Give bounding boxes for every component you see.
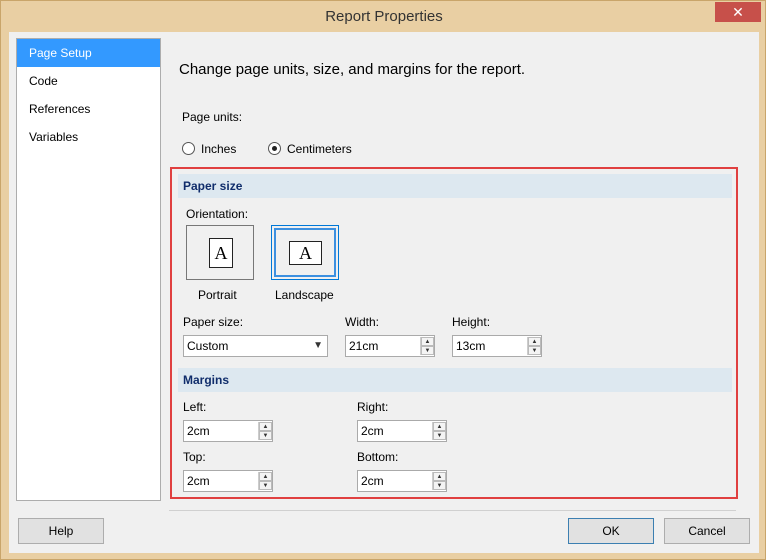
inches-radio[interactable] (182, 142, 195, 155)
sidebar: Page Setup Code References Variables (16, 38, 161, 501)
paper-size-label: Paper size: (183, 315, 244, 329)
height-spin-buttons: ▲ ▼ (527, 337, 541, 355)
margins-section-header: Margins (178, 368, 732, 392)
paper-size-section-header: Paper size (178, 174, 732, 198)
paper-size-value: Custom (187, 339, 229, 353)
right-margin-value: 2cm (361, 424, 384, 438)
close-icon: ✕ (732, 4, 744, 20)
bottom-spin-buttons: ▲ ▼ (432, 472, 446, 490)
spin-up-icon[interactable]: ▲ (433, 422, 446, 431)
left-margin-label: Left: (183, 400, 207, 414)
spin-up-icon[interactable]: ▲ (421, 337, 434, 346)
landscape-label: Landscape (275, 288, 334, 302)
right-margin-label: Right: (357, 400, 389, 414)
landscape-button[interactable]: A (271, 225, 339, 280)
top-margin-spinner[interactable]: 2cm ▲ ▼ (183, 470, 273, 492)
page-units-label: Page units: (182, 110, 243, 124)
window-title: Report Properties (325, 8, 443, 25)
spin-up-icon[interactable]: ▲ (259, 422, 272, 431)
left-margin-value: 2cm (187, 424, 210, 438)
cancel-button[interactable]: Cancel (664, 518, 750, 544)
top-margin-label: Top: (183, 450, 206, 464)
portrait-button[interactable]: A (186, 225, 254, 280)
chevron-down-icon: ▼ (313, 340, 323, 351)
help-button[interactable]: Help (18, 518, 104, 544)
left-spin-buttons: ▲ ▼ (258, 422, 272, 440)
height-spinner[interactable]: 13cm ▲ ▼ (452, 335, 542, 357)
paper-size-select[interactable]: Custom ▼ (183, 335, 328, 357)
landscape-page-icon: A (289, 241, 322, 265)
spin-down-icon[interactable]: ▼ (259, 431, 272, 440)
height-value: 13cm (456, 339, 486, 353)
bottom-margin-spinner[interactable]: 2cm ▲ ▼ (357, 470, 447, 492)
width-value: 21cm (349, 339, 379, 353)
spin-up-icon[interactable]: ▲ (259, 472, 272, 481)
right-spin-buttons: ▲ ▼ (432, 422, 446, 440)
bottom-margin-value: 2cm (361, 474, 384, 488)
sidebar-item-page-setup[interactable]: Page Setup (17, 39, 160, 67)
bottom-margin-label: Bottom: (357, 450, 399, 464)
right-margin-spinner[interactable]: 2cm ▲ ▼ (357, 420, 447, 442)
highlight-box: Paper size Orientation: A Portrait A Lan… (170, 167, 738, 499)
title-bar: Report Properties ✕ (1, 1, 766, 32)
centimeters-radio[interactable] (268, 142, 281, 155)
orientation-label: Orientation: (186, 207, 249, 221)
height-label: Height: (452, 315, 491, 329)
page-heading: Change page units, size, and margins for… (179, 61, 526, 78)
spin-down-icon[interactable]: ▼ (433, 431, 446, 440)
sidebar-item-references[interactable]: References (17, 95, 160, 123)
spin-down-icon[interactable]: ▼ (259, 481, 272, 490)
dialog-body: Page Setup Code References Variables Cha… (9, 32, 759, 553)
top-margin-value: 2cm (187, 474, 210, 488)
sidebar-item-code[interactable]: Code (17, 67, 160, 95)
width-label: Width: (345, 315, 380, 329)
spin-down-icon[interactable]: ▼ (421, 346, 434, 355)
close-button[interactable]: ✕ (715, 2, 761, 22)
portrait-label: Portrait (198, 288, 237, 302)
sidebar-item-variables[interactable]: Variables (17, 123, 160, 151)
spin-down-icon[interactable]: ▼ (433, 481, 446, 490)
spin-up-icon[interactable]: ▲ (433, 472, 446, 481)
page-setup-panel: Change page units, size, and margins for… (169, 32, 759, 512)
width-spinner[interactable]: 21cm ▲ ▼ (345, 335, 435, 357)
left-margin-spinner[interactable]: 2cm ▲ ▼ (183, 420, 273, 442)
report-properties-dialog: Report Properties ✕ Page Setup Code Refe… (0, 0, 766, 560)
portrait-page-icon: A (209, 238, 233, 268)
spin-up-icon[interactable]: ▲ (528, 337, 541, 346)
footer-divider (169, 510, 736, 511)
spin-down-icon[interactable]: ▼ (528, 346, 541, 355)
top-spin-buttons: ▲ ▼ (258, 472, 272, 490)
inches-label[interactable]: Inches (201, 142, 236, 156)
width-spin-buttons: ▲ ▼ (420, 337, 434, 355)
ok-button[interactable]: OK (568, 518, 654, 544)
centimeters-label[interactable]: Centimeters (287, 142, 352, 156)
